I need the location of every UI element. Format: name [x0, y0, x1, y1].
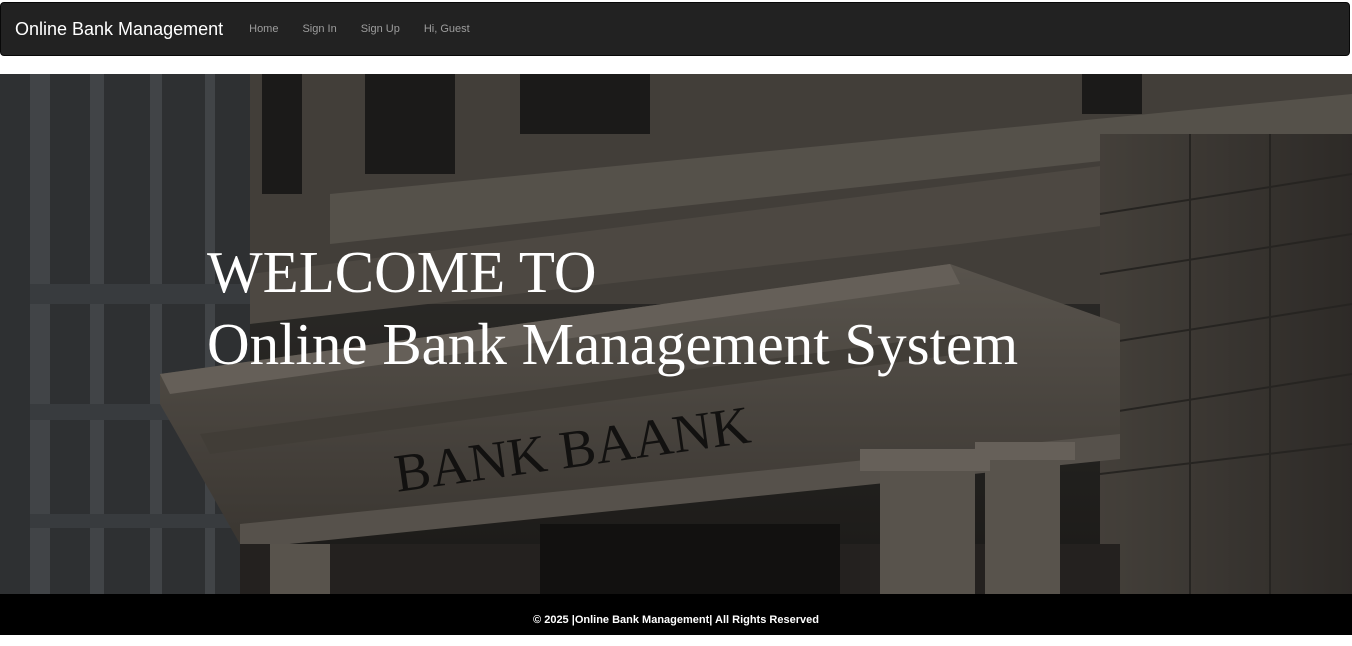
hero-heading: WELCOME TO Online Bank Management System: [207, 236, 1018, 380]
copyright-text: © 2025 |Online Bank Management| All Righ…: [533, 614, 819, 626]
page-footer: © 2025 |Online Bank Management| All Righ…: [0, 594, 1352, 635]
hero-system-name-line: Online Bank Management System: [207, 311, 1019, 377]
hero-banner: BANK BAANK WELCOME TO Online Bank Manage…: [0, 74, 1352, 594]
nav-sign-in-link[interactable]: Sign In: [290, 2, 348, 56]
top-navbar: Online Bank Management Home Sign In Sign…: [0, 2, 1350, 56]
brand-link[interactable]: Online Bank Management: [15, 19, 223, 40]
nav-home-link[interactable]: Home: [237, 2, 290, 56]
nav-links: Home Sign In Sign Up Hi, Guest: [237, 2, 482, 56]
nav-sign-up-link[interactable]: Sign Up: [349, 2, 412, 56]
user-greeting: Hi, Guest: [423, 23, 470, 35]
hero-welcome-line: WELCOME TO: [207, 239, 597, 305]
